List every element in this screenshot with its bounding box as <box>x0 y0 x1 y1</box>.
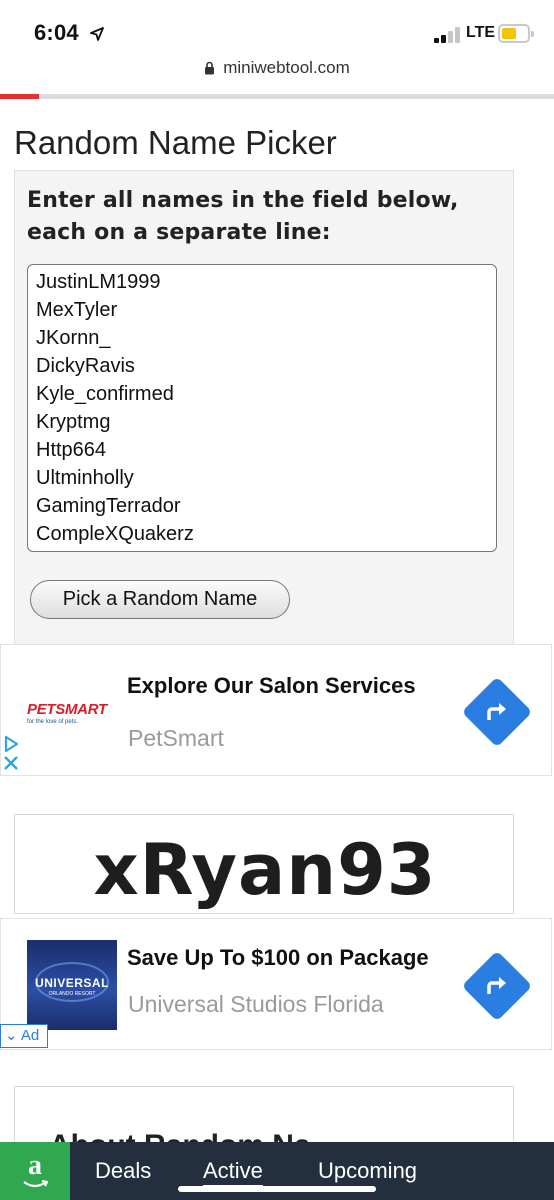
status-bar: 6:04 LTE <box>0 0 554 58</box>
page-title: Random Name Picker <box>14 124 337 161</box>
tab-deals[interactable]: Deals <box>95 1158 151 1184</box>
ad-label-text: Ad <box>20 1027 40 1044</box>
name-line: MexTyler <box>36 299 118 321</box>
tab-upcoming[interactable]: Upcoming <box>318 1158 417 1184</box>
name-line: DickyRavis <box>36 355 135 377</box>
petsmart-ad[interactable]: PETSMART for the love of pets. Explore O… <box>0 644 552 776</box>
address-bar[interactable]: miniwebtool.com <box>0 58 554 88</box>
name-line: JustinLM1999 <box>36 271 161 293</box>
picked-name: xRyan93 <box>93 829 437 911</box>
universal-logo: UNIVERSAL ORLANDO RESORT <box>27 940 117 1030</box>
home-indicator <box>178 1186 376 1192</box>
directions-icon[interactable] <box>461 950 533 1022</box>
battery-icon <box>498 24 534 43</box>
instructions-text: Enter all names in the field below, each… <box>27 188 459 245</box>
ad-source: Universal Studios Florida <box>128 991 384 1017</box>
lock-icon <box>204 60 215 80</box>
ad-title: Explore Our Salon Services <box>127 673 416 698</box>
directions-icon[interactable] <box>461 676 533 748</box>
result-panel: xRyan93 <box>14 814 514 914</box>
name-entry-panel: Enter all names in the field below, each… <box>14 170 514 650</box>
universal-ad[interactable]: UNIVERSAL ORLANDO RESORT Save Up To $100… <box>0 918 552 1050</box>
ad-source: PetSmart <box>128 725 224 751</box>
url-text: miniwebtool.com <box>223 58 350 77</box>
ad-title: Save Up To $100 on Package <box>127 945 429 970</box>
page-load-progress-fill <box>0 94 39 99</box>
page-load-progress <box>0 94 554 99</box>
petsmart-logo: PETSMART for the love of pets. <box>27 701 107 725</box>
close-ad-icon[interactable] <box>3 755 19 776</box>
network-type: LTE <box>466 24 496 41</box>
signal-strength-icon <box>434 27 464 43</box>
chevron-down-icon: ⌄ <box>5 1027 18 1044</box>
status-time: 6:04 <box>34 20 79 45</box>
name-line: Kryptmg <box>36 411 111 433</box>
name-line: Ultminholly <box>36 467 134 489</box>
name-line: Http664 <box>36 439 107 461</box>
names-textarea[interactable]: JustinLM1999 MexTyler JKornn_ DickyRavis… <box>27 264 497 552</box>
pick-random-name-button[interactable]: Pick a Random Name <box>30 580 290 619</box>
name-line: Kyle_confirmed <box>36 383 174 405</box>
ad-label[interactable]: ⌄ Ad <box>0 1024 48 1048</box>
amazon-logo-icon[interactable]: a <box>0 1142 70 1200</box>
name-line: JKornn_ <box>36 327 111 349</box>
tab-active[interactable]: Active <box>203 1158 263 1187</box>
name-line: GamingTerrador <box>36 495 181 517</box>
name-line: CompleXQuakerz <box>36 523 194 545</box>
location-arrow-icon <box>90 27 104 46</box>
screen: 6:04 LTE miniwebtool.com Random Name Pic… <box>0 0 554 1200</box>
